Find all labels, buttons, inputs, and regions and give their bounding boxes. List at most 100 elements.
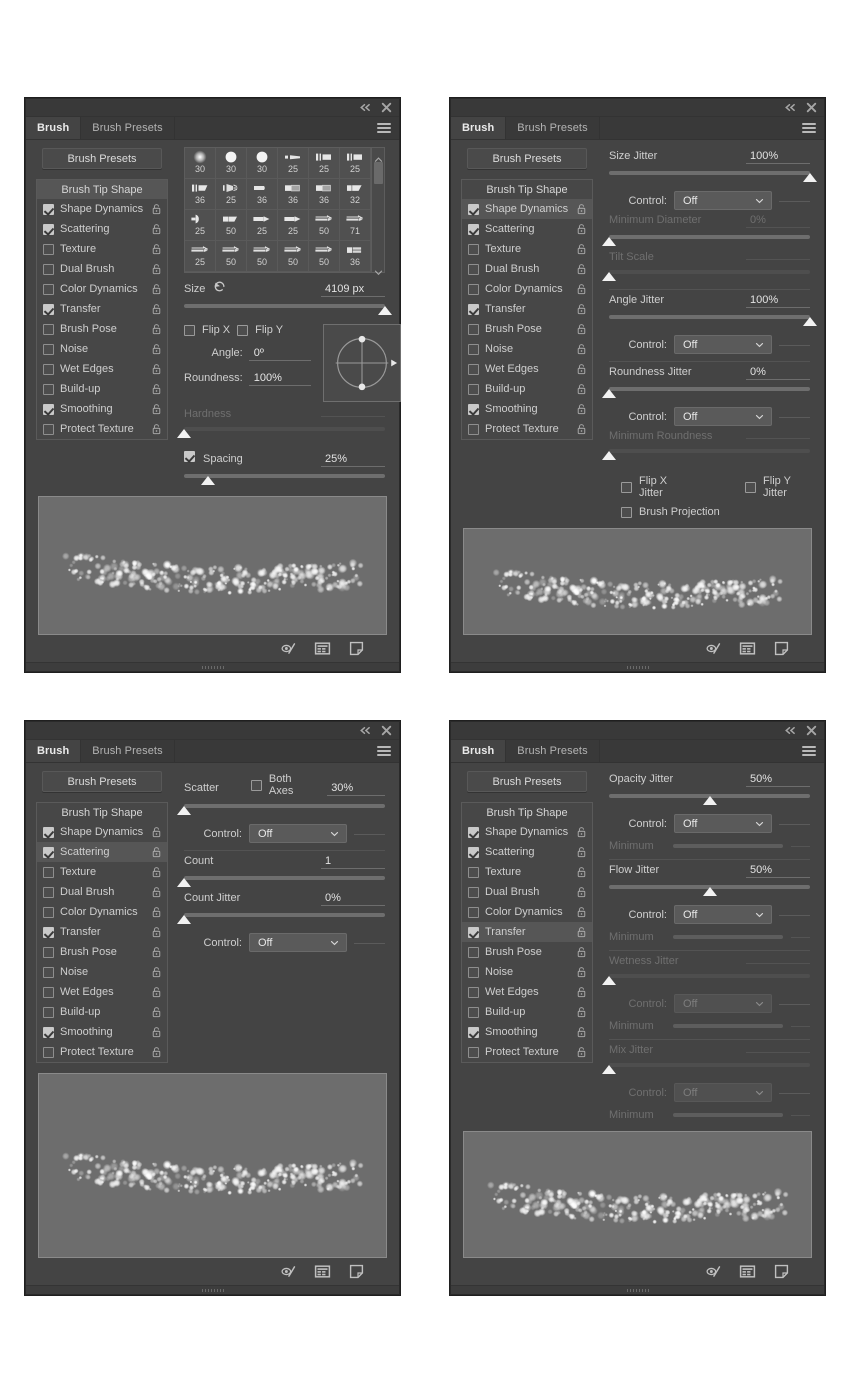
option-transfer[interactable]: Transfer [462,922,592,942]
slider-thumb[interactable] [602,272,616,281]
lock-icon[interactable] [151,886,162,898]
brush-tip-cell[interactable]: 30 [247,148,278,179]
option-brush-tip-shape[interactable]: Brush Tip Shape [37,180,167,199]
lock-icon[interactable] [151,263,162,275]
brush-presets-button[interactable]: Brush Presets [467,148,587,169]
flow-jitter-value[interactable]: 50% [746,864,810,878]
brush-tip-cell[interactable]: 50 [309,241,340,272]
scroll-down-arrow-icon[interactable] [374,263,383,270]
option-checkbox[interactable] [468,847,479,858]
spacing-value[interactable]: 25% [321,453,385,467]
option-brush-pose[interactable]: Brush Pose [37,942,167,962]
option-checkbox[interactable] [43,364,54,375]
brush-tip-cell[interactable]: 25 [247,210,278,241]
brush-tip-cell[interactable]: 25 [185,210,216,241]
slider-thumb[interactable] [177,878,191,887]
scatter-slider[interactable] [184,802,385,816]
option-checkbox[interactable] [43,344,54,355]
option-checkbox[interactable] [468,284,479,295]
brush-tip-cell[interactable]: 25 [309,148,340,179]
resize-grip[interactable] [451,1285,824,1294]
size-jitter-value[interactable]: 100% [746,150,810,164]
option-checkbox[interactable] [43,264,54,275]
collapse-icon[interactable] [358,724,371,737]
option-wet-edges[interactable]: Wet Edges [462,359,592,379]
option-texture[interactable]: Texture [37,862,167,882]
count-value[interactable]: 1 [321,855,385,869]
brush-tip-cell[interactable]: 71 [340,210,371,241]
option-checkbox[interactable] [43,284,54,295]
option-dual-brush[interactable]: Dual Brush [37,882,167,902]
brush-tip-cell[interactable]: 25 [278,148,309,179]
collapse-icon[interactable] [783,101,796,114]
option-smoothing[interactable]: Smoothing [37,1022,167,1042]
option-shape-dynamics[interactable]: Shape Dynamics [462,199,592,219]
option-checkbox[interactable] [43,847,54,858]
lock-icon[interactable] [151,223,162,235]
tab-brush-presets[interactable]: Brush Presets [506,740,599,762]
flow-control-dropdown[interactable]: Off [674,905,772,924]
count-control-dropdown[interactable]: Off [249,933,347,952]
angle-roundness-pad[interactable] [323,324,401,402]
close-icon[interactable] [805,724,818,737]
panel-menu-icon[interactable] [802,746,816,756]
brush-tip-cell[interactable]: 25 [278,210,309,241]
option-checkbox[interactable] [43,1047,54,1058]
mix-jitter-value[interactable] [746,1051,810,1053]
wetness-jitter-slider[interactable] [609,972,810,986]
lock-icon[interactable] [151,303,162,315]
lock-icon[interactable] [151,383,162,395]
option-brush-pose[interactable]: Brush Pose [37,319,167,339]
size-value[interactable]: 4109 px [321,283,385,297]
option-smoothing[interactable]: Smoothing [462,399,592,419]
option-shape-dynamics[interactable]: Shape Dynamics [462,822,592,842]
both-axes-checkbox[interactable] [251,780,262,791]
option-transfer[interactable]: Transfer [37,299,167,319]
lock-icon[interactable] [151,926,162,938]
slider-thumb[interactable] [602,389,616,398]
lock-icon[interactable] [151,826,162,838]
new-brush-icon[interactable] [773,1264,790,1279]
lock-icon[interactable] [576,886,587,898]
collapse-icon[interactable] [358,101,371,114]
toggle-brush-preview-icon[interactable] [280,641,297,656]
scatter-control-dropdown[interactable]: Off [249,824,347,843]
wetness-control-dropdown[interactable]: Off [674,994,772,1013]
panel-menu-icon[interactable] [802,123,816,133]
angle-jitter-control-dropdown[interactable]: Off [674,335,772,354]
option-checkbox[interactable] [468,224,479,235]
option-color-dynamics[interactable]: Color Dynamics [462,902,592,922]
brush-tip-cell[interactable]: 32 [340,179,371,210]
lock-icon[interactable] [151,986,162,998]
lock-icon[interactable] [576,263,587,275]
lock-icon[interactable] [576,363,587,375]
option-checkbox[interactable] [43,244,54,255]
lock-icon[interactable] [151,866,162,878]
brush-presets-button[interactable]: Brush Presets [467,771,587,792]
brush-tip-cell[interactable]: 36 [340,241,371,272]
option-shape-dynamics[interactable]: Shape Dynamics [37,199,167,219]
lock-icon[interactable] [151,403,162,415]
minimum-diameter-slider[interactable] [609,233,810,247]
option-texture[interactable]: Texture [462,239,592,259]
option-texture[interactable]: Texture [37,239,167,259]
scroll-up-arrow-icon[interactable] [374,150,383,157]
option-brush-tip-shape[interactable]: Brush Tip Shape [462,803,592,822]
lock-icon[interactable] [576,846,587,858]
lock-icon[interactable] [151,203,162,215]
lock-icon[interactable] [151,966,162,978]
option-checkbox[interactable] [468,907,479,918]
option-checkbox[interactable] [468,827,479,838]
lock-icon[interactable] [576,826,587,838]
option-checkbox[interactable] [468,344,479,355]
angle-jitter-slider[interactable] [609,313,810,327]
option-transfer[interactable]: Transfer [462,299,592,319]
flip-x-checkbox[interactable] [184,325,195,336]
flow-minimum-track[interactable] [673,935,783,939]
spacing-slider[interactable] [184,472,385,486]
option-checkbox[interactable] [43,827,54,838]
lock-icon[interactable] [576,403,587,415]
brush-tip-cell[interactable]: 50 [247,241,278,272]
flip-y-checkbox[interactable] [237,325,248,336]
option-checkbox[interactable] [468,947,479,958]
